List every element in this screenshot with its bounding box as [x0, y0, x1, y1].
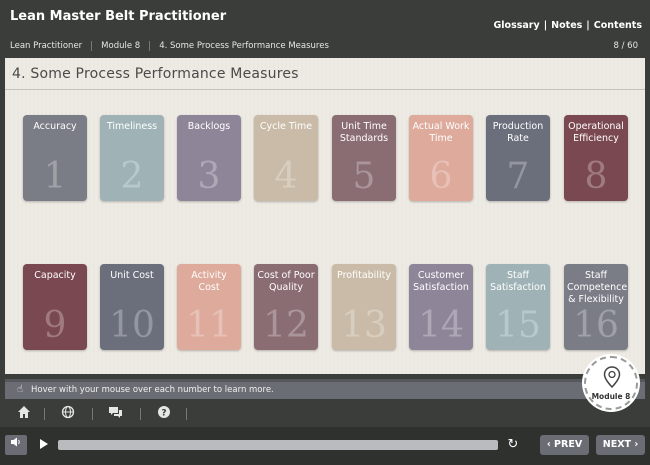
measure-tile[interactable]: Production Rate 7 — [486, 115, 550, 201]
content-area: 4. Some Process Performance Measures Acc… — [5, 58, 645, 374]
svg-text:?: ? — [161, 409, 166, 419]
next-label: NEXT — [602, 439, 631, 450]
measure-tile[interactable]: Cost of Poor Quality 12 — [254, 264, 318, 350]
measure-tile-number: 10 — [109, 305, 155, 346]
measure-tile[interactable]: Cycle Time 4 — [254, 115, 318, 201]
measure-tile-number: 3 — [197, 156, 221, 197]
measure-tile[interactable]: Operational Efficiency 8 — [564, 115, 628, 201]
measure-tile[interactable]: Profitability 13 — [332, 264, 396, 350]
measure-tile-label: Actual Work Time — [412, 121, 470, 144]
next-button[interactable]: NEXT › — [596, 435, 645, 455]
player-bar: ↻ ‹ PREV NEXT › — [0, 427, 650, 465]
chevron-left-icon: ‹ — [546, 439, 551, 450]
globe-icon[interactable] — [59, 405, 77, 423]
icon-divider — [44, 408, 45, 420]
map-pin-icon — [603, 366, 621, 388]
measure-tile-number: 14 — [418, 305, 464, 346]
icon-bar: ? — [0, 400, 650, 427]
measure-tile-number: 5 — [352, 156, 376, 197]
measure-tile-label: Unit Cost — [110, 270, 154, 281]
app-title: Lean Master Belt Practitioner — [10, 9, 227, 24]
breadcrumb-module: Module 8 — [91, 41, 149, 51]
icon-divider — [186, 408, 187, 420]
measure-tile-label: Unit Time Standards — [339, 121, 389, 144]
title-divider — [5, 89, 645, 90]
measure-tile[interactable]: Unit Time Standards 5 — [332, 115, 396, 201]
notes-link[interactable]: Notes — [551, 20, 582, 31]
prev-label: PREV — [554, 439, 583, 450]
glossary-link[interactable]: Glossary — [494, 20, 540, 31]
chevron-right-icon: › — [634, 439, 639, 450]
measure-tile-number: 6 — [429, 156, 453, 197]
measure-tile-number: 11 — [186, 305, 232, 346]
measure-tile-label: Cycle Time — [259, 121, 313, 132]
module-badge: Module 8 — [584, 356, 638, 410]
home-icon[interactable] — [15, 405, 33, 423]
instruction-text: Hover with your mouse over each number t… — [31, 385, 274, 395]
top-links: Glossary | Notes | Contents — [494, 20, 643, 31]
chat-icon[interactable] — [106, 405, 124, 423]
link-separator: | — [543, 20, 548, 31]
volume-icon[interactable] — [5, 435, 27, 455]
measure-tile[interactable]: Capacity 9 — [23, 264, 87, 350]
measure-tile[interactable]: Customer Satisfaction 14 — [409, 264, 473, 350]
measure-tile-label: Staff Satisfaction — [490, 270, 546, 293]
play-button[interactable] — [40, 439, 48, 449]
measure-tile-label: Timeliness — [106, 121, 158, 132]
measure-tile-number: 15 — [495, 305, 541, 346]
measure-tile-number: 16 — [573, 305, 619, 346]
measure-tile-label: Accuracy — [33, 121, 77, 132]
icon-divider — [140, 408, 141, 420]
measure-tile[interactable]: Staff Competence & Flexibility 16 — [564, 264, 628, 350]
measure-tile-label: Capacity — [34, 270, 76, 281]
page-title: 4. Some Process Performance Measures — [12, 66, 299, 82]
measure-tile-label: Operational Efficiency — [568, 121, 624, 144]
breadcrumb-page: 4. Some Process Performance Measures — [149, 41, 338, 51]
measure-tile-label: Profitability — [337, 270, 391, 281]
breadcrumb-course: Lean Practitioner — [10, 41, 83, 51]
measure-tile-label: Cost of Poor Quality — [257, 270, 315, 293]
measure-tile-label: Staff Competence & Flexibility — [567, 270, 628, 305]
contents-link[interactable]: Contents — [594, 20, 642, 31]
measure-tile-label: Production Rate — [492, 121, 544, 144]
help-icon[interactable]: ? — [155, 405, 173, 423]
prev-button[interactable]: ‹ PREV — [540, 435, 589, 455]
measure-tile[interactable]: Timeliness 2 — [100, 115, 164, 201]
measure-tile-label: Backlogs — [187, 121, 231, 132]
progress-track[interactable] — [58, 440, 498, 450]
measure-tile-label: Activity Cost — [191, 270, 227, 293]
measure-tile-number: 12 — [263, 305, 309, 346]
hand-pointer-icon: ☝ — [17, 384, 24, 395]
measure-tile[interactable]: Accuracy 1 — [23, 115, 87, 201]
measure-tile[interactable]: Actual Work Time 6 — [409, 115, 473, 201]
measure-tile[interactable]: Backlogs 3 — [177, 115, 241, 201]
page-counter: 8 / 60 — [613, 41, 639, 51]
top-bar: Lean Master Belt Practitioner Glossary | N… — [0, 0, 650, 58]
measure-tile-number: 9 — [43, 305, 67, 346]
measure-tile-number: 4 — [274, 156, 298, 197]
measure-tile[interactable]: Activity Cost 11 — [177, 264, 241, 350]
measure-tile-number: 8 — [584, 156, 608, 197]
module-badge-label: Module 8 — [591, 392, 631, 401]
measure-tile[interactable]: Unit Cost 10 — [100, 264, 164, 350]
breadcrumb: Lean Practitioner Module 8 4. Some Proce… — [10, 41, 338, 51]
measure-tile-label: Customer Satisfaction — [413, 270, 469, 293]
measure-tile-number: 1 — [43, 156, 67, 197]
instruction-bar: ☝ Hover with your mouse over each number… — [5, 379, 645, 399]
replay-icon[interactable]: ↻ — [505, 437, 521, 453]
icon-divider — [92, 408, 93, 420]
measure-tile-number: 13 — [341, 305, 387, 346]
measure-tile-number: 2 — [120, 156, 144, 197]
link-separator: | — [586, 20, 590, 31]
measure-tile[interactable]: Staff Satisfaction 15 — [486, 264, 550, 350]
measure-tile-number: 7 — [506, 156, 530, 197]
